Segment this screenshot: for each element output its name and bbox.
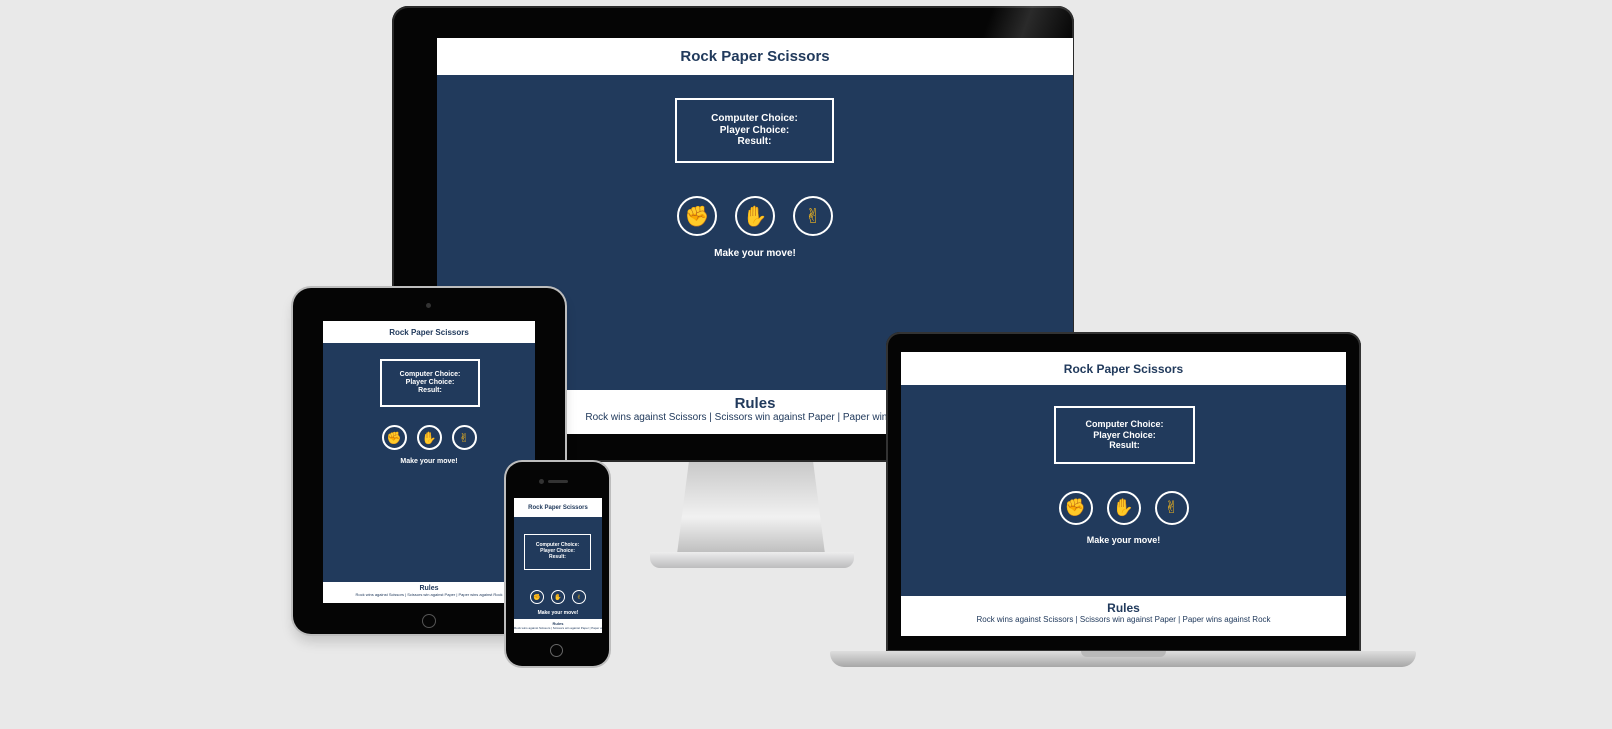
choice-buttons: ✊ ✋ ✌ — [437, 196, 1073, 236]
victory-hand-icon: ✌ — [576, 594, 582, 601]
raised-fist-icon: ✊ — [1064, 498, 1087, 517]
rock-button[interactable]: ✊ — [530, 590, 544, 604]
make-move-prompt: Make your move! — [537, 610, 579, 616]
player-choice-label: Player Choice: — [719, 124, 790, 136]
choice-buttons: ✊ ✋ ✌ — [514, 590, 602, 604]
player-choice-label: Player Choice: — [1093, 429, 1156, 440]
phone-screen: Rock Paper Scissors Computer Choice: Pla… — [514, 498, 602, 633]
rock-button[interactable]: ✊ — [1058, 491, 1093, 525]
laptop-screen: Rock Paper Scissors Computer Choice: Pla… — [901, 352, 1346, 636]
rock-button[interactable]: ✊ — [381, 425, 407, 450]
raised-fist-icon: ✊ — [386, 430, 402, 445]
rules-footer: Rules Rock wins against Scissors | Sciss… — [901, 596, 1346, 636]
paper-button[interactable]: ✋ — [735, 196, 775, 236]
rules-title: Rules — [1107, 601, 1140, 615]
tablet-screen: Rock Paper Scissors Computer Choice: Pla… — [323, 321, 535, 603]
page-title: Rock Paper Scissors — [323, 321, 535, 343]
paper-button[interactable]: ✋ — [1106, 491, 1141, 525]
player-choice-label: Player Choice: — [405, 378, 455, 386]
page-title: Rock Paper Scissors — [514, 498, 602, 517]
victory-hand-icon: ✌ — [458, 430, 470, 445]
choice-buttons: ✊ ✋ ✌ — [901, 491, 1346, 525]
raised-hand-icon: ✋ — [742, 205, 768, 228]
scissors-button[interactable]: ✌ — [793, 196, 833, 236]
score-box: Computer Choice: Player Choice: Result: — [1054, 406, 1195, 464]
result-label: Result: — [1109, 440, 1140, 451]
phone-speaker — [548, 480, 568, 483]
tablet-camera — [426, 303, 431, 308]
make-move-prompt: Make your move! — [714, 248, 796, 259]
computer-choice-label: Computer Choice: — [711, 113, 798, 125]
scissors-button[interactable]: ✌ — [451, 425, 477, 450]
raised-hand-icon: ✋ — [554, 594, 562, 601]
page-title: Rock Paper Scissors — [437, 38, 1073, 75]
laptop-notch — [1081, 651, 1166, 657]
page-title: Rock Paper Scissors — [901, 352, 1346, 385]
rules-text: Rock wins against Scissors | Scissors wi… — [514, 626, 602, 630]
phone-camera — [539, 479, 544, 484]
raised-fist-icon: ✊ — [684, 205, 710, 228]
rules-title: Rules — [419, 585, 439, 592]
paper-button[interactable]: ✋ — [416, 425, 442, 450]
paper-button[interactable]: ✋ — [551, 590, 565, 604]
make-move-prompt: Make your move! — [1086, 535, 1161, 545]
computer-choice-label: Computer Choice: — [399, 370, 461, 378]
rules-text: Rock wins against Scissors | Scissors wi… — [355, 592, 503, 597]
rules-text: Rock wins against Scissors | Scissors wi… — [976, 615, 1271, 624]
score-box: Computer Choice: Player Choice: Result: — [675, 98, 834, 163]
scissors-button[interactable]: ✌ — [572, 590, 586, 604]
choice-buttons: ✊ ✋ ✌ — [323, 425, 535, 450]
victory-hand-icon: ✌ — [804, 205, 822, 228]
rules-footer: Rules Rock wins against Scissors | Sciss… — [514, 619, 602, 633]
rules-footer: Rules Rock wins against Scissors | Sciss… — [323, 582, 535, 603]
tablet-home-button — [422, 614, 436, 628]
result-label: Result: — [737, 136, 772, 148]
desktop-base — [650, 552, 854, 568]
rock-button[interactable]: ✊ — [677, 196, 717, 236]
result-label: Result: — [549, 553, 566, 560]
raised-fist-icon: ✊ — [533, 594, 541, 601]
scissors-button[interactable]: ✌ — [1154, 491, 1189, 525]
computer-choice-label: Computer Choice: — [1085, 419, 1164, 430]
score-box: Computer Choice: Player Choice: Result: — [524, 534, 591, 570]
phone-home-button — [550, 644, 563, 657]
raised-hand-icon: ✋ — [421, 430, 437, 445]
result-label: Result: — [418, 387, 442, 395]
victory-hand-icon: ✌ — [1164, 498, 1179, 517]
score-box: Computer Choice: Player Choice: Result: — [380, 359, 480, 407]
desktop-stand — [677, 462, 825, 554]
raised-hand-icon: ✋ — [1112, 498, 1135, 517]
make-move-prompt: Make your move! — [400, 458, 458, 465]
